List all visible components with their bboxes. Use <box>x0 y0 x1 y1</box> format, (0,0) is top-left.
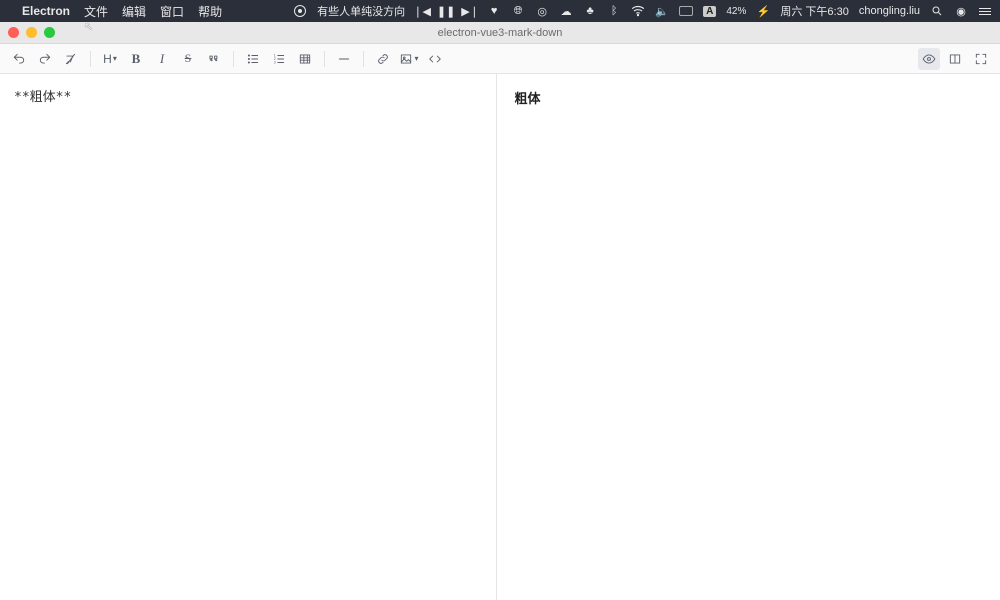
next-track-icon[interactable]: ▶❘ <box>463 4 477 18</box>
svg-text:3: 3 <box>274 60 276 64</box>
preview-toggle-button[interactable] <box>918 48 940 70</box>
menu-edit[interactable]: 编辑 <box>122 3 146 20</box>
pause-icon[interactable]: ❚❚ <box>439 4 453 18</box>
menu-help[interactable]: 帮助 <box>198 3 222 20</box>
prev-track-icon[interactable]: ❘◀ <box>415 4 429 18</box>
menubar-clock[interactable]: 周六 下午6:30 <box>780 3 848 19</box>
close-button[interactable] <box>8 27 19 38</box>
bold-button[interactable]: B <box>125 48 147 70</box>
preview-text: 粗体 <box>515 91 541 106</box>
side-by-side-button[interactable] <box>944 48 966 70</box>
heading-label: H <box>103 52 112 66</box>
fullscreen-toggle-button[interactable] <box>970 48 992 70</box>
menubar-status-area: 有些人单纯没方向 ❘◀ ❚❚ ▶❘ ♥ 🌐︎ ◎ ☁ ♣ ᛒ 🔈 A 42% ⚡… <box>293 3 992 19</box>
control-center-icon[interactable] <box>978 4 992 18</box>
undo-button[interactable] <box>8 48 30 70</box>
editor-toolbar: H▾ B I S 123 ▾ <box>0 44 1000 74</box>
window-titlebar: electron-vue3-mark-down <box>0 22 1000 44</box>
menu-window[interactable]: 窗口 <box>160 3 184 20</box>
charging-icon: ⚡ <box>756 4 770 18</box>
macos-menubar: Electron 文件 编辑 窗口 帮助 有些人单纯没方向 ❘◀ ❚❚ ▶❘ ♥… <box>0 0 1000 22</box>
unordered-list-button[interactable] <box>242 48 264 70</box>
menu-file[interactable]: 文件 <box>84 3 108 20</box>
editor-content-area: **粗体** 粗体 <box>0 74 1000 600</box>
editor-text: **粗体** <box>14 90 71 105</box>
app-menu[interactable]: Electron <box>22 4 70 18</box>
code-button[interactable] <box>424 48 446 70</box>
toolbar-separator <box>90 51 91 67</box>
spotlight-icon[interactable] <box>930 4 944 18</box>
markdown-source-pane[interactable]: **粗体** <box>0 74 497 600</box>
input-source-indicator[interactable]: A <box>703 6 716 17</box>
toolbar-separator <box>363 51 364 67</box>
bluetooth-icon[interactable]: ᛒ <box>607 4 621 18</box>
window-traffic-lights <box>8 27 55 38</box>
volume-icon[interactable]: 🔈 <box>655 4 669 18</box>
toolbar-separator <box>324 51 325 67</box>
clear-format-button[interactable] <box>60 48 82 70</box>
siri-icon[interactable]: ◉ <box>954 4 968 18</box>
image-button[interactable]: ▾ <box>398 48 420 70</box>
now-playing-text: 有些人单纯没方向 <box>317 3 405 19</box>
hr-button[interactable] <box>333 48 355 70</box>
redo-button[interactable] <box>34 48 56 70</box>
record-icon[interactable] <box>293 4 307 18</box>
minimize-button[interactable] <box>26 27 37 38</box>
battery-icon[interactable] <box>679 6 693 16</box>
battery-percent: 42% <box>726 6 746 17</box>
qq-icon[interactable]: ◎ <box>535 4 549 18</box>
table-button[interactable] <box>294 48 316 70</box>
heart-icon[interactable]: ♥ <box>487 4 501 18</box>
wifi-icon[interactable] <box>631 4 645 18</box>
strike-button[interactable]: S <box>177 48 199 70</box>
italic-button[interactable]: I <box>151 48 173 70</box>
caret-down-icon: ▾ <box>414 54 418 63</box>
menubar-user[interactable]: chongling.liu <box>859 5 920 17</box>
caret-down-icon: ▾ <box>113 54 117 63</box>
heading-button[interactable]: H▾ <box>99 48 121 70</box>
toolbar-separator <box>233 51 234 67</box>
globe-icon[interactable]: 🌐︎ <box>511 4 525 18</box>
link-button[interactable] <box>372 48 394 70</box>
quote-button[interactable] <box>203 48 225 70</box>
window-title: electron-vue3-mark-down <box>0 27 1000 39</box>
fullscreen-button[interactable] <box>44 27 55 38</box>
ordered-list-button[interactable]: 123 <box>268 48 290 70</box>
wechat-icon[interactable]: ☁ <box>559 4 573 18</box>
markdown-preview-pane: 粗体 <box>497 74 1000 600</box>
bell-icon[interactable]: ♣ <box>583 4 597 18</box>
